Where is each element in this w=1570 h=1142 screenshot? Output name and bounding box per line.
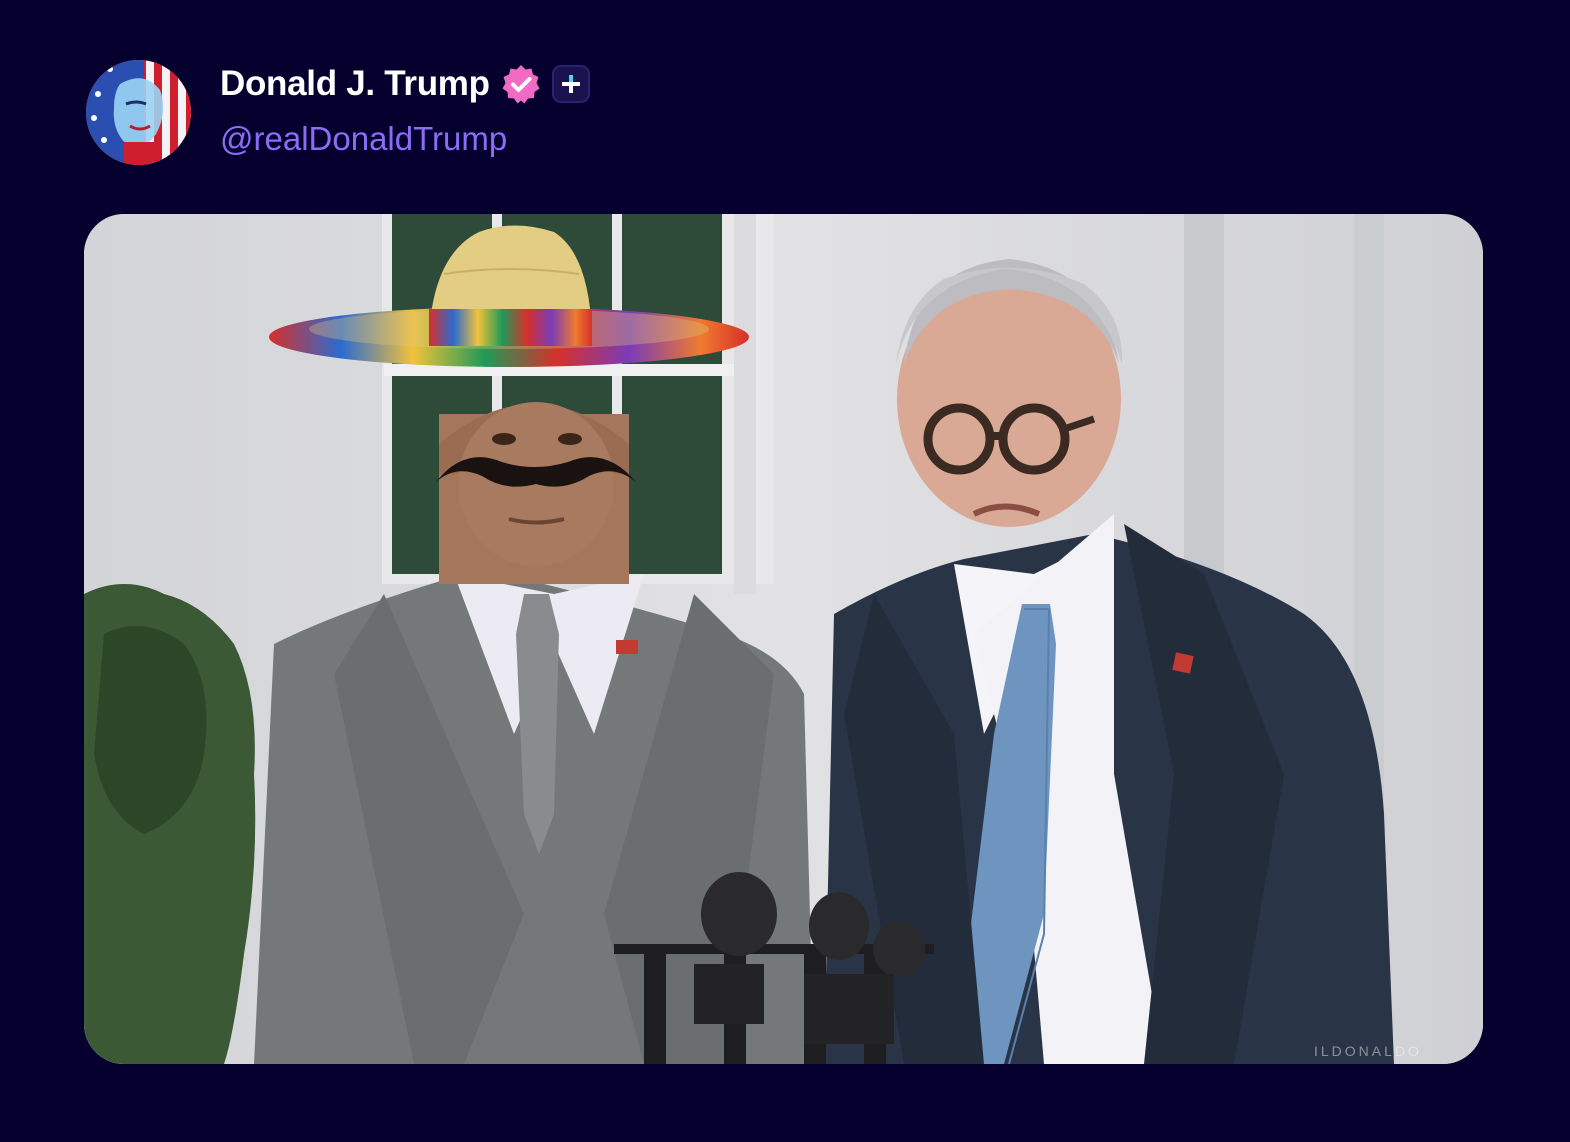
author-handle[interactable]: @realDonaldTrump bbox=[220, 120, 590, 158]
post-media-image[interactable]: ILDONALDO bbox=[84, 214, 1483, 1064]
author-avatar[interactable] bbox=[86, 60, 191, 165]
verified-badge-icon bbox=[500, 63, 542, 105]
author-names: Donald J. Trump @realDonaldTrump bbox=[220, 58, 590, 158]
media-photo: ILDONALDO bbox=[84, 214, 1483, 1064]
media-watermark: ILDONALDO bbox=[1314, 1043, 1422, 1059]
avatar-image bbox=[86, 60, 191, 165]
display-name-row: Donald J. Trump bbox=[220, 58, 590, 110]
post-header: Donald J. Trump @realDonaldTrump bbox=[86, 58, 786, 168]
plus-badge-icon bbox=[551, 65, 590, 103]
author-display-name[interactable]: Donald J. Trump bbox=[220, 64, 490, 104]
